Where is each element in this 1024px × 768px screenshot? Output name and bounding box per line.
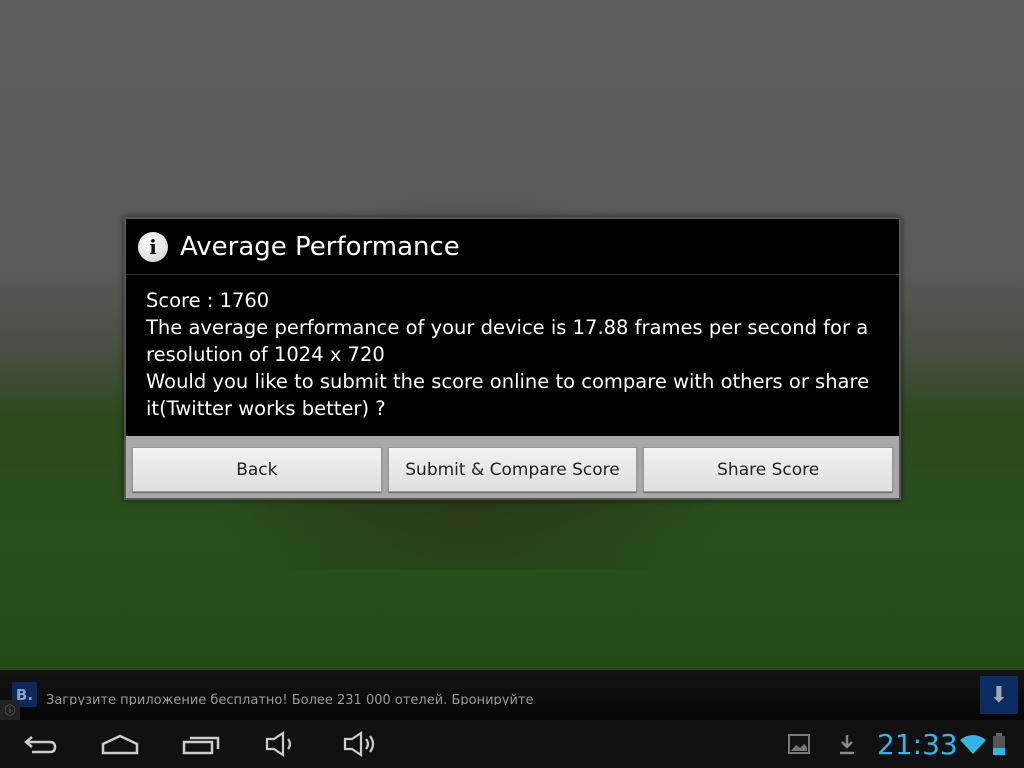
ad-text: Загрузите приложение бесплатно! Более 23… bbox=[46, 693, 534, 705]
ad-banner[interactable]: B. ⓘ Загрузите приложение бесплатно! Бол… bbox=[0, 670, 1024, 720]
back-button[interactable]: Back bbox=[132, 447, 382, 492]
back-nav-icon[interactable] bbox=[20, 728, 60, 760]
system-bar bbox=[0, 720, 1024, 768]
performance-text: The average performance of your device i… bbox=[146, 316, 869, 366]
home-nav-icon[interactable] bbox=[98, 728, 142, 760]
score-text: Score : 1760 bbox=[146, 289, 270, 312]
submit-compare-score-button[interactable]: Submit & Compare Score bbox=[387, 447, 638, 492]
ad-info-icon[interactable]: ⓘ bbox=[0, 700, 20, 720]
dialog-button-bar: Back Submit & Compare Score Share Score bbox=[126, 436, 899, 498]
download-notification-icon[interactable] bbox=[836, 728, 858, 760]
info-icon: i bbox=[138, 231, 168, 262]
volume-down-icon[interactable] bbox=[262, 728, 298, 760]
status-clock[interactable]: 21:33 bbox=[877, 728, 958, 761]
dialog-title: Average Performance bbox=[180, 231, 460, 262]
dialog-header: i Average Performance bbox=[126, 219, 899, 275]
volume-up-icon[interactable] bbox=[340, 728, 380, 760]
ad-download-icon[interactable]: ⬇ bbox=[980, 676, 1018, 714]
submit-question-text: Would you like to submit the score onlin… bbox=[146, 370, 870, 420]
dialog-message: Score : 1760 The average performance of … bbox=[126, 275, 899, 439]
screenshot-notification-icon[interactable] bbox=[787, 728, 811, 760]
recent-apps-icon[interactable] bbox=[180, 728, 222, 760]
wifi-icon bbox=[958, 728, 988, 760]
battery-icon bbox=[991, 728, 1007, 760]
share-score-button[interactable]: Share Score bbox=[643, 447, 894, 492]
performance-dialog: i Average Performance Score : 1760 The a… bbox=[124, 217, 901, 500]
